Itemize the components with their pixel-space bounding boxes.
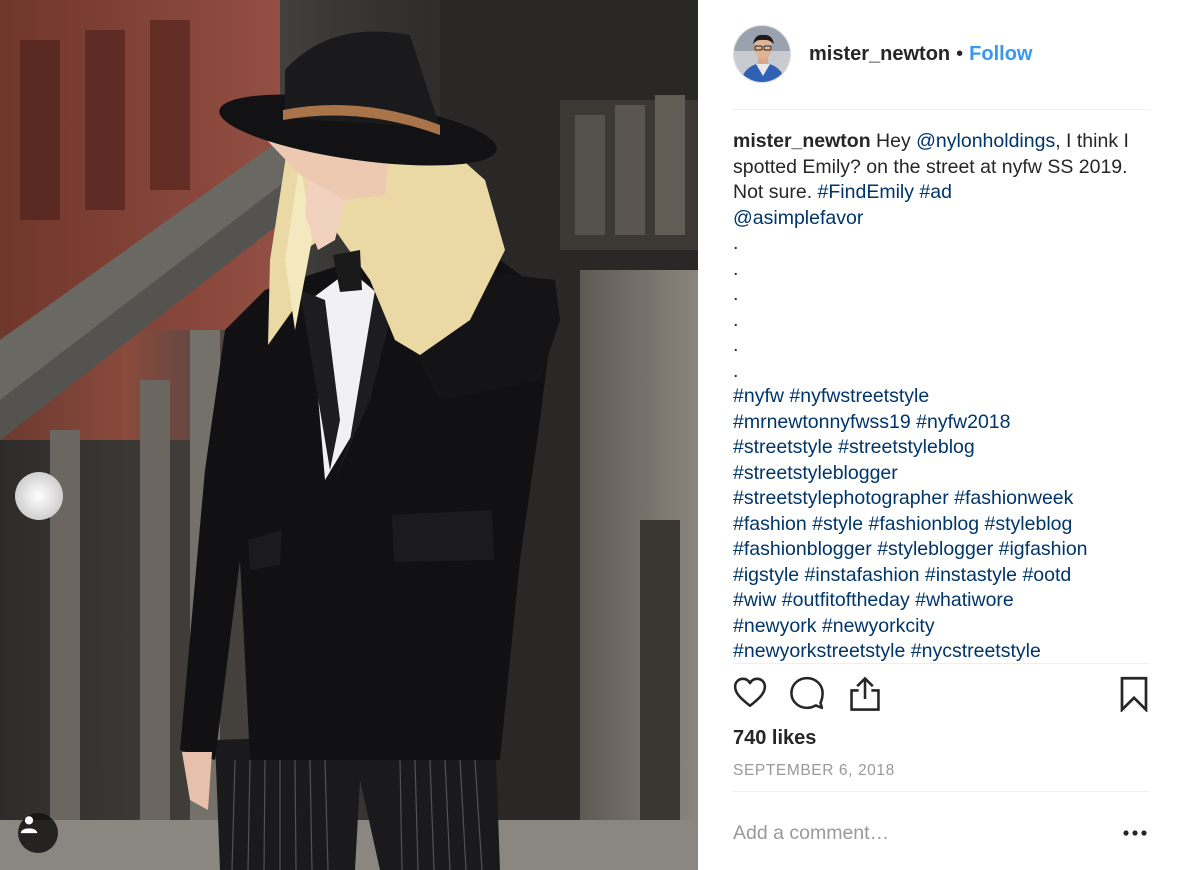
post-header: mister_newton • Follow bbox=[733, 24, 1033, 84]
post-actions bbox=[733, 676, 1153, 716]
follow-button[interactable]: Follow bbox=[969, 43, 1032, 66]
caption-hashtag[interactable]: #instafashion bbox=[805, 564, 920, 586]
caption-mention[interactable]: @asimplefavor bbox=[733, 207, 863, 229]
caption-dot: . bbox=[733, 232, 739, 254]
caption-hashtag[interactable]: #nycstreetstyle bbox=[911, 640, 1041, 662]
caption-dot: . bbox=[733, 334, 739, 356]
caption-hashtag[interactable]: #streetstylephotographer bbox=[733, 487, 949, 509]
caption-hashtag[interactable]: #fashionblogger bbox=[733, 538, 872, 560]
comment-input[interactable] bbox=[733, 818, 1093, 848]
post-date: SEPTEMBER 6, 2018 bbox=[733, 762, 895, 779]
post-caption: mister_newton Hey @nylonholdings, I thin… bbox=[733, 129, 1153, 665]
caption-dot: . bbox=[733, 257, 739, 280]
avatar-image bbox=[734, 26, 790, 82]
caption-hashtag[interactable]: #styleblog bbox=[985, 513, 1073, 535]
caption-hashtag[interactable]: #ootd bbox=[1022, 564, 1071, 586]
caption-hashtag[interactable]: #nyfw2018 bbox=[916, 411, 1010, 433]
avatar[interactable] bbox=[733, 25, 791, 83]
caption-divider bbox=[733, 663, 1149, 664]
heart-icon bbox=[733, 677, 767, 708]
header-separator: • bbox=[956, 42, 964, 65]
likes-count[interactable]: 740 likes bbox=[733, 727, 816, 750]
caption-hashtag[interactable]: #streetstyleblog bbox=[838, 436, 975, 458]
caption-hashtag[interactable]: #streetstyleblogger bbox=[733, 462, 898, 484]
comment-icon bbox=[790, 676, 824, 710]
caption-hashtag[interactable]: #FindEmily bbox=[818, 181, 914, 203]
post-details-panel: mister_newton • Follow mister_newton Hey… bbox=[698, 0, 1184, 870]
share-icon bbox=[850, 676, 880, 711]
comment-button[interactable] bbox=[790, 676, 824, 715]
comment-divider bbox=[733, 791, 1149, 792]
caption-hashtag[interactable]: #igfashion bbox=[999, 538, 1088, 560]
caption-hashtag[interactable]: #mrnewtonnyfwss19 bbox=[733, 411, 911, 433]
caption-hashtag[interactable]: #newyorkcity bbox=[822, 615, 935, 637]
caption-dot: . bbox=[733, 283, 739, 305]
caption-hashtag[interactable]: #igstyle bbox=[733, 564, 799, 586]
bookmark-icon bbox=[1120, 676, 1148, 714]
more-options-button[interactable] bbox=[1120, 818, 1150, 848]
caption-hashtag[interactable]: #nyfw bbox=[733, 385, 784, 407]
share-button[interactable] bbox=[848, 676, 882, 717]
caption-mention[interactable]: @nylonholdings bbox=[916, 130, 1055, 152]
caption-hashtag[interactable]: #ad bbox=[919, 181, 952, 203]
caption-hashtag[interactable]: #wiw bbox=[733, 589, 776, 611]
user-tag-icon bbox=[20, 816, 38, 834]
header-divider bbox=[733, 109, 1149, 110]
caption-hashtag[interactable]: #streetstyle bbox=[733, 436, 833, 458]
caption-dot: . bbox=[733, 308, 739, 331]
more-options-icon bbox=[1123, 830, 1147, 836]
caption-hashtag[interactable]: #newyorkstreetstyle bbox=[733, 640, 905, 662]
caption-hashtag[interactable]: #fashionblog bbox=[869, 513, 980, 535]
post-photo[interactable] bbox=[0, 0, 698, 870]
caption-hashtag[interactable]: #styleblogger bbox=[877, 538, 993, 560]
save-button[interactable] bbox=[1119, 676, 1149, 717]
caption-dot: . bbox=[733, 359, 739, 382]
caption-username[interactable]: mister_newton bbox=[733, 130, 871, 152]
caption-hashtag[interactable]: #fashion bbox=[733, 513, 807, 535]
street-style-photo bbox=[0, 0, 698, 870]
header-username[interactable]: mister_newton bbox=[809, 43, 950, 66]
caption-hashtag[interactable]: #nyfwstreetstyle bbox=[789, 385, 929, 407]
caption-hashtag[interactable]: #instastyle bbox=[925, 564, 1017, 586]
user-tag-button[interactable] bbox=[18, 813, 58, 853]
caption-text: Hey bbox=[870, 130, 917, 152]
caption-hashtag[interactable]: #outfitoftheday bbox=[782, 589, 910, 611]
like-button[interactable] bbox=[733, 676, 767, 715]
caption-hashtag[interactable]: #whatiwore bbox=[915, 589, 1014, 611]
caption-hashtag[interactable]: #style bbox=[812, 513, 863, 535]
caption-hashtag[interactable]: #fashionweek bbox=[954, 487, 1073, 509]
caption-hashtag[interactable]: #newyork bbox=[733, 615, 816, 637]
